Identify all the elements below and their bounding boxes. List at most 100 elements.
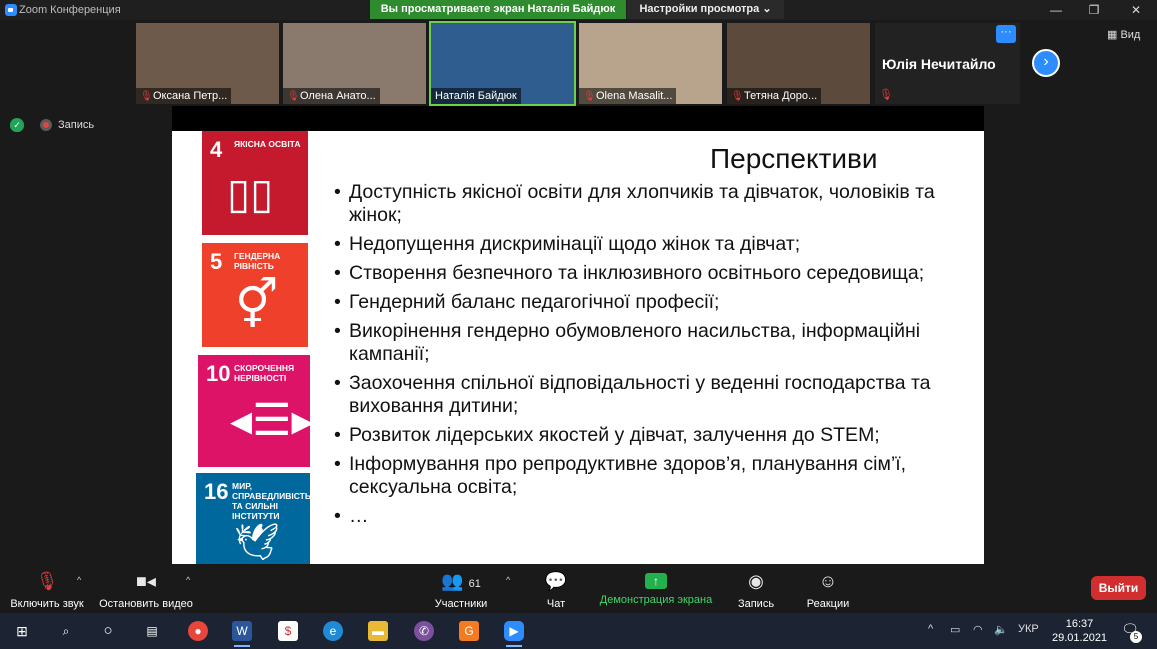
meeting-toolbar: 🎙 Включить звук ^ ■◂ Остановить видео ^ … (0, 565, 1157, 613)
record-icon (40, 119, 52, 131)
file-explorer-icon[interactable]: ▬ (368, 621, 388, 641)
video-tile[interactable]: 🎙Оксана Петр... (136, 23, 279, 104)
shield-icon[interactable]: ✓ (10, 118, 24, 132)
viber-icon[interactable]: ✆ (414, 621, 434, 641)
minimize-button[interactable]: — (1036, 2, 1076, 18)
more-options-button[interactable]: ··· (996, 25, 1016, 43)
notification-count: 5 (1130, 631, 1142, 643)
sdg-tile-4: 4 Якісна освіта ▯▯ (202, 131, 308, 235)
participants-label: Участники (434, 598, 488, 610)
bullet-item: Інформування про репродуктивне здоров’я,… (334, 453, 974, 499)
video-tile-active-speaker[interactable]: Наталія Байдюк (429, 21, 576, 106)
windows-start-icon[interactable]: ⊞ (12, 621, 32, 641)
window-title: Zoom Конференция (19, 4, 121, 16)
name-only-tile[interactable]: Юлія Нечитайло ··· 🎙 (875, 23, 1020, 104)
notification-icon[interactable]: 🗨 5 (1120, 621, 1142, 643)
inequality-icon: ◂☰▸ (230, 396, 314, 445)
close-button[interactable]: ✕ (1116, 2, 1156, 18)
participant-name: Юлія Нечитайло (882, 56, 996, 72)
bullet-item: Гендерний баланс педагогічної професії; (334, 291, 974, 314)
bullet-item: Доступність якісної освіти для хлопчиків… (334, 181, 974, 227)
clock-time: 16:37 (1065, 618, 1094, 630)
windows-taskbar: ⊞ ⌕ ○ ▤ ● W $ e ▬ ✆ G ▶ ^ ▭ ◠ 🔈 УКР 16:3… (0, 613, 1157, 649)
bullet-item: Розвиток лідерських якостей у дівчат, за… (334, 424, 974, 447)
gallery-icon[interactable]: G (459, 621, 479, 641)
grid-icon: ▦ (1107, 29, 1121, 41)
app-icon[interactable]: $ (278, 621, 298, 641)
share-screen-label: Демонстрация экрана (599, 594, 713, 606)
participants-button[interactable]: 👥 61 Участники (430, 569, 492, 610)
shared-screen-topbar (172, 106, 984, 131)
sdg-tile-5: 5 Гендерна рівність ⚥ (202, 243, 308, 347)
view-button[interactable]: ▦ Вид (1107, 28, 1140, 41)
mic-muted-icon: 🎙 (731, 91, 744, 102)
smiley-icon: ☺ (818, 571, 838, 591)
zoom-icon[interactable]: ▶ (504, 621, 524, 647)
bullet-item: Недопущення дискримінації щодо жінок та … (334, 233, 974, 256)
sdg-number: 5 (210, 249, 223, 274)
battery-icon[interactable]: ▭ (950, 623, 960, 636)
sdg-number: 10 (206, 361, 231, 386)
participant-name: 🎙Olena Masalit... (579, 88, 677, 104)
mic-muted-icon: 🎙 (35, 571, 59, 591)
sdg-number: 4 (210, 137, 223, 162)
participant-name: Наталія Байдюк (431, 88, 521, 104)
zoom-window: Zoom Конференция Вы просматриваете экран… (0, 0, 1157, 649)
clock[interactable]: 16:37 29.01.2021 (1052, 617, 1107, 645)
chat-button[interactable]: 💬 Чат (540, 569, 572, 610)
cortana-icon[interactable]: ○ (98, 621, 118, 641)
mic-muted-icon: 🎙 (140, 91, 153, 102)
bullet-list: Доступність якісної освіти для хлопчиків… (334, 181, 974, 534)
participant-name: 🎙Оксана Петр... (136, 88, 232, 104)
dove-icon: 🕊 (234, 521, 280, 562)
share-screen-button[interactable]: ↑ Демонстрация экрана (598, 569, 714, 606)
chat-icon: 💬 (544, 571, 568, 591)
edge-icon[interactable]: e (323, 621, 343, 641)
chrome-icon[interactable]: ● (188, 621, 208, 641)
bullet-item: Заохочення спільної відповідальності у в… (334, 372, 974, 418)
chat-label: Чат (546, 598, 566, 610)
leave-button[interactable]: Выйти (1091, 576, 1146, 600)
slide-title: Перспективи (710, 143, 878, 174)
next-page-button[interactable]: › (1032, 49, 1060, 77)
participant-name: 🎙Тетяна Доро... (727, 88, 822, 104)
record-label: Запись (737, 598, 775, 610)
word-icon[interactable]: W (232, 621, 252, 647)
record-button[interactable]: ◉ Запись (736, 569, 776, 610)
tray-chevron-icon[interactable]: ^ (928, 623, 933, 635)
audio-options-caret[interactable]: ^ (77, 575, 81, 585)
mic-muted-icon: 🎙 (583, 91, 596, 102)
shared-slide: 4 Якісна освіта ▯▯ 5 Гендерна рівність ⚥… (172, 131, 984, 564)
video-tile[interactable]: 🎙Olena Masalit... (579, 23, 722, 104)
wifi-icon[interactable]: ◠ (973, 623, 983, 636)
mic-muted-icon: 🎙 (879, 89, 893, 101)
stop-video-label: Остановить видео (99, 598, 193, 610)
recording-label[interactable]: Запись (58, 119, 94, 131)
share-screen-icon: ↑ (645, 573, 667, 589)
video-options-caret[interactable]: ^ (186, 575, 190, 585)
video-tile[interactable]: 🎙Олена Анато... (283, 23, 426, 104)
stop-video-button[interactable]: ■◂ Остановить видео (97, 569, 195, 610)
participants-options-caret[interactable]: ^ (506, 575, 510, 585)
language-indicator[interactable]: УКР (1018, 623, 1039, 635)
sdg-tile-10: 10 Скорочення нерівності ◂☰▸ (198, 355, 314, 467)
maximize-button[interactable]: ❐ (1074, 2, 1114, 18)
sdg-tile-16: 16 Мир, справедливість та сильні інститу… (196, 473, 311, 564)
unmute-label: Включить звук (10, 598, 84, 610)
volume-icon[interactable]: 🔈 (994, 623, 1008, 636)
sdg-label: Гендерна рівність (234, 251, 281, 271)
reactions-button[interactable]: ☺ Реакции (805, 569, 851, 610)
task-view-icon[interactable]: ▤ (142, 621, 162, 641)
clock-date: 29.01.2021 (1052, 632, 1108, 644)
video-tile[interactable]: 🎙Тетяна Доро... (727, 23, 870, 104)
view-options-button[interactable]: Настройки просмотра ⌄ (627, 0, 784, 19)
record-icon: ◉ (748, 571, 764, 591)
sdg-number: 16 (204, 479, 229, 504)
search-icon[interactable]: ⌕ (56, 621, 76, 641)
bullet-item: Викорінення гендерно обумовленого насиль… (334, 320, 974, 366)
gender-equality-icon: ⚥ (235, 279, 279, 332)
zoom-logo-icon (5, 4, 17, 16)
bullet-item: Створення безпечного та інклюзивного осв… (334, 262, 974, 285)
unmute-button[interactable]: 🎙 Включить звук (8, 569, 86, 610)
book-icon: ▯▯ (227, 170, 274, 217)
